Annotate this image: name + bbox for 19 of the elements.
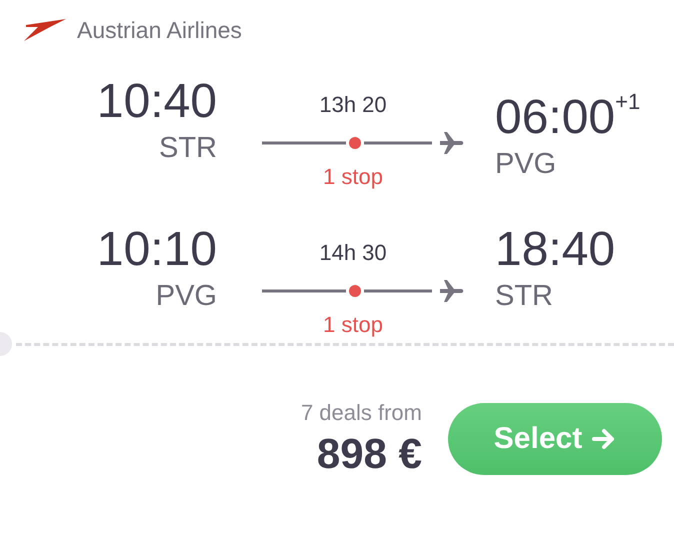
stops-count: 1 stop	[323, 312, 383, 338]
arrow-right-icon	[592, 428, 616, 450]
arrival-time: 06:00$^{+1}$	[495, 88, 640, 144]
departure-time: 10:10	[96, 224, 217, 276]
flight-duration: 13h 20	[319, 92, 387, 118]
stops-count: 1 stop	[323, 164, 383, 190]
airplane-icon	[440, 132, 464, 154]
arrival-airport: PVG	[495, 147, 556, 182]
departure-time: 10:40	[96, 76, 217, 128]
price-amount: 898 €	[316, 430, 422, 478]
deals-count: 7 deals from	[300, 400, 422, 426]
departure-airport: PVG	[156, 279, 217, 314]
flight-duration: 14h 30	[319, 240, 387, 266]
airplane-icon	[440, 280, 464, 302]
departure-airport: STR	[159, 131, 217, 166]
select-button[interactable]: Select	[448, 403, 662, 475]
arrival-time: 18:40	[495, 224, 616, 276]
airline-name: Austrian Airlines	[77, 16, 242, 44]
arrival-airport: STR	[495, 279, 553, 314]
